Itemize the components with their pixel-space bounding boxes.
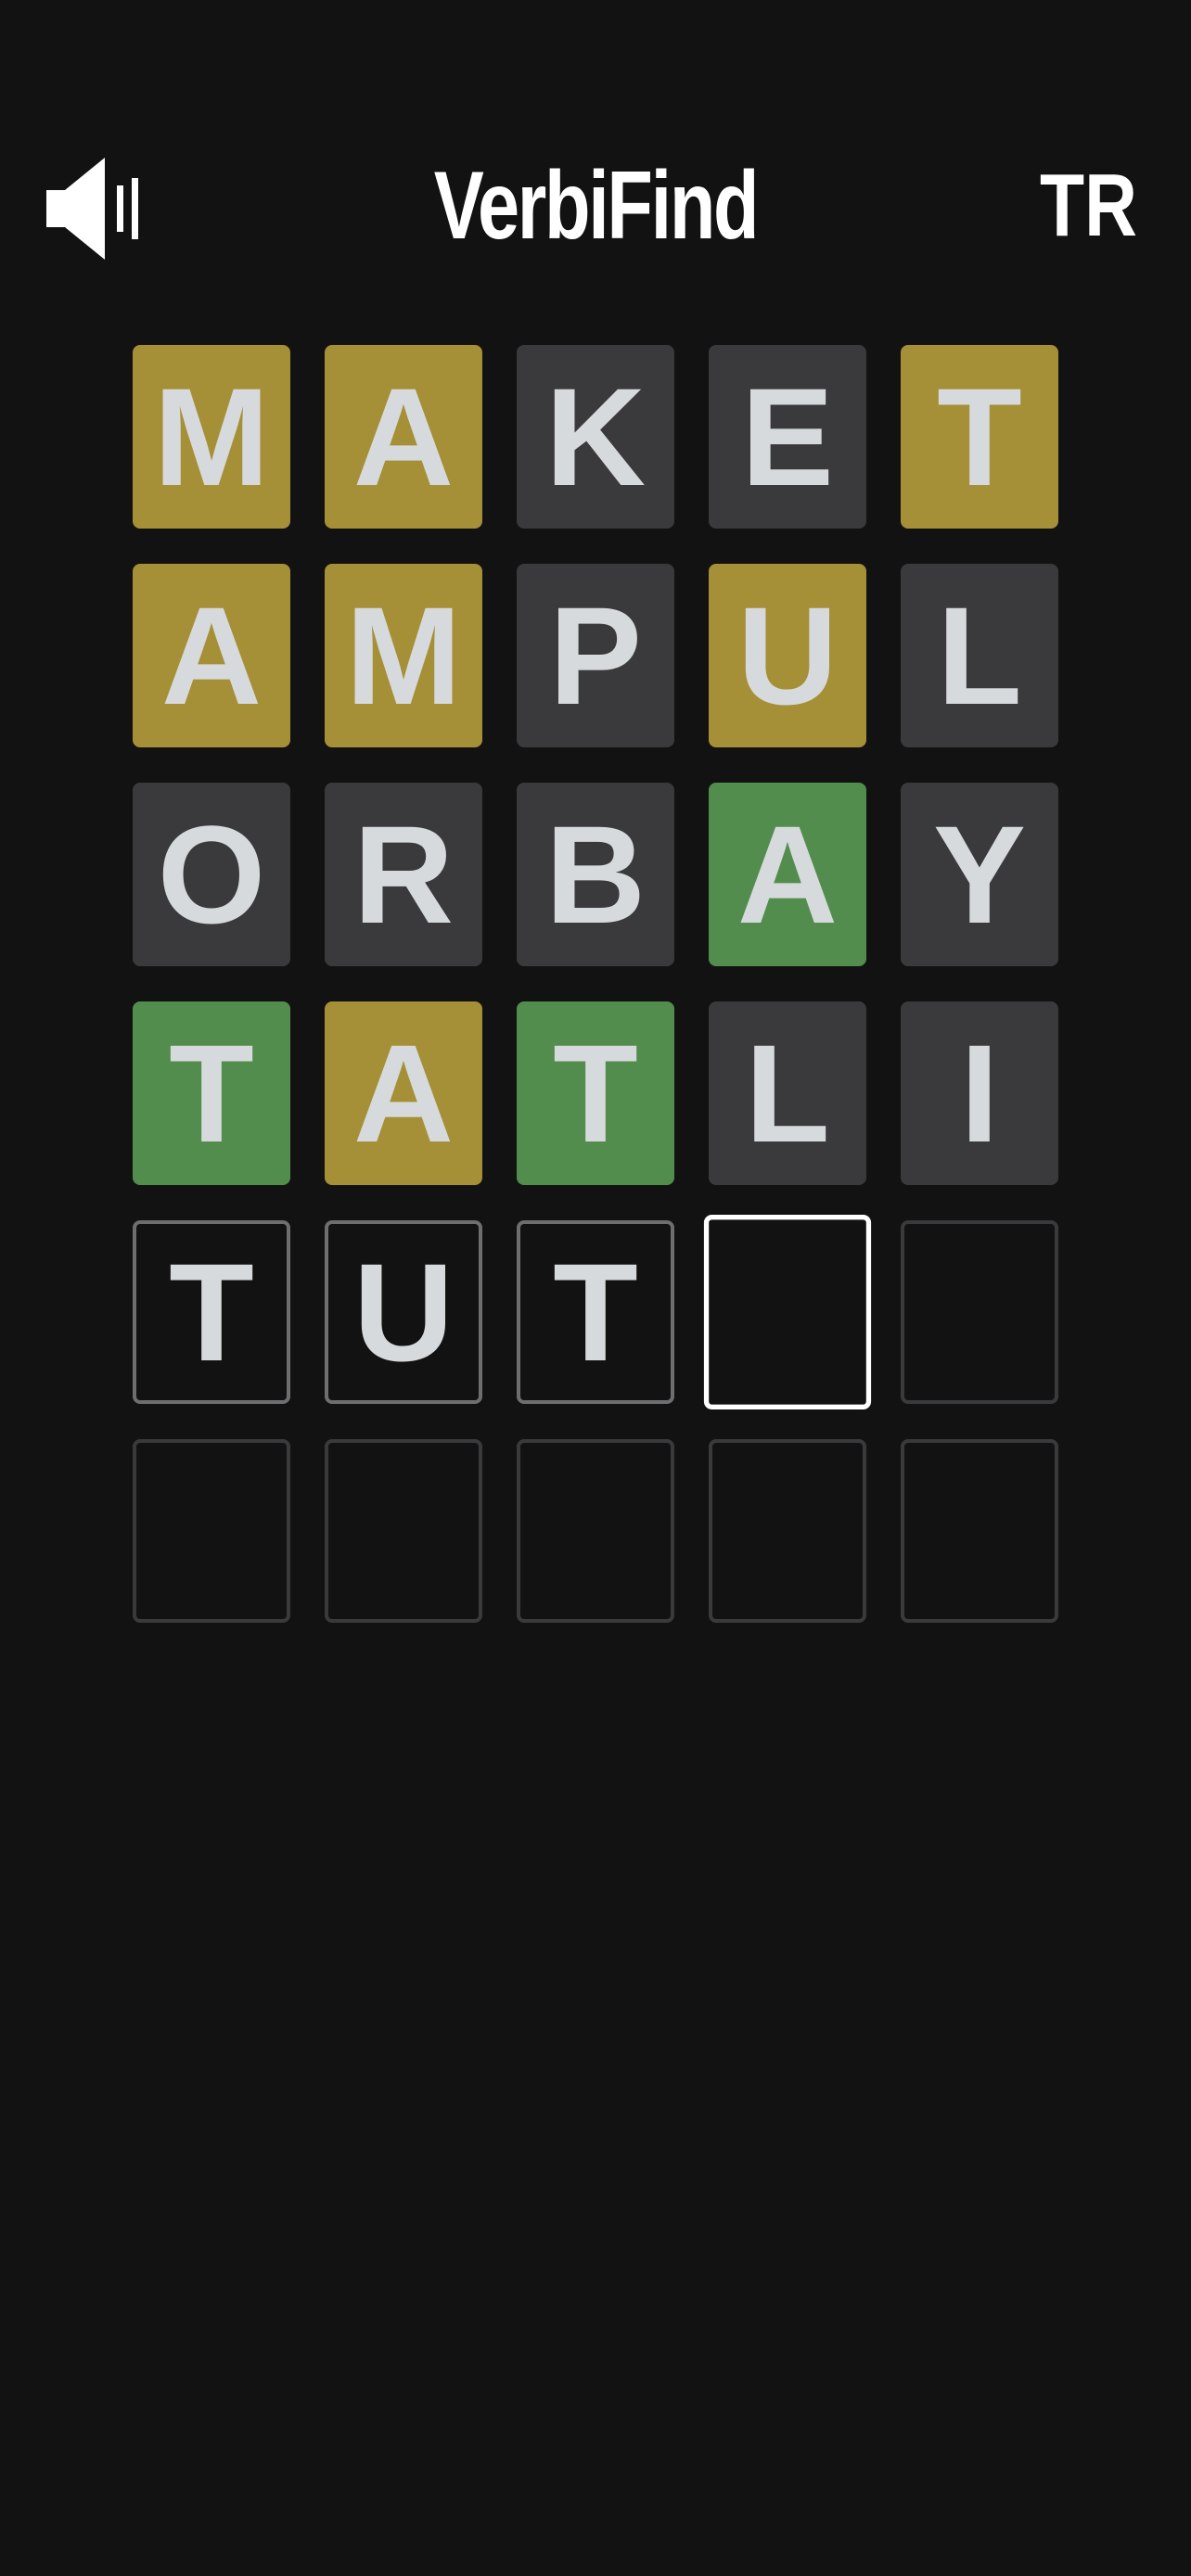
letter-tile: U <box>709 564 866 747</box>
letter-tile: K <box>517 345 674 529</box>
game-board: MAKETAMPULORBAYTATLITUT <box>133 345 1058 1658</box>
letter-tile: I <box>901 1001 1058 1185</box>
letter-tile <box>709 1439 866 1623</box>
letter-tile: A <box>325 345 482 529</box>
letter-tile <box>517 1439 674 1623</box>
letter-tile: T <box>901 345 1058 529</box>
letter-tile: L <box>901 564 1058 747</box>
board-row <box>133 1439 1058 1623</box>
letter-tile: R <box>325 783 482 966</box>
letter-tile <box>901 1439 1058 1623</box>
board-row: ORBAY <box>133 783 1058 966</box>
letter-tile: P <box>517 564 674 747</box>
board-row: TATLI <box>133 1001 1058 1185</box>
letter-tile: L <box>709 1001 866 1185</box>
letter-tile: T <box>133 1001 290 1185</box>
header: VerbiFind TR <box>0 139 1191 278</box>
letter-tile: A <box>325 1001 482 1185</box>
letter-tile: T <box>517 1001 674 1185</box>
letter-tile <box>133 1439 290 1623</box>
app-title: VerbiFind <box>433 152 760 260</box>
letter-tile: O <box>133 783 290 966</box>
letter-tile: M <box>133 345 290 529</box>
letter-tile: B <box>517 783 674 966</box>
board-row: MAKET <box>133 345 1058 529</box>
letter-tile: M <box>325 564 482 747</box>
letter-tile: U <box>325 1220 482 1404</box>
letter-tile: E <box>709 345 866 529</box>
board-row: AMPUL <box>133 564 1058 747</box>
letter-tile: T <box>517 1220 674 1404</box>
letter-tile: A <box>709 783 866 966</box>
letter-tile <box>325 1439 482 1623</box>
letter-tile <box>901 1220 1058 1404</box>
letter-tile: Y <box>901 783 1058 966</box>
letter-tile <box>703 1215 872 1409</box>
board-row: TUT <box>133 1215 1058 1409</box>
language-button[interactable]: TR <box>1040 150 1137 261</box>
letter-tile: A <box>133 564 290 747</box>
letter-tile: T <box>133 1220 290 1404</box>
